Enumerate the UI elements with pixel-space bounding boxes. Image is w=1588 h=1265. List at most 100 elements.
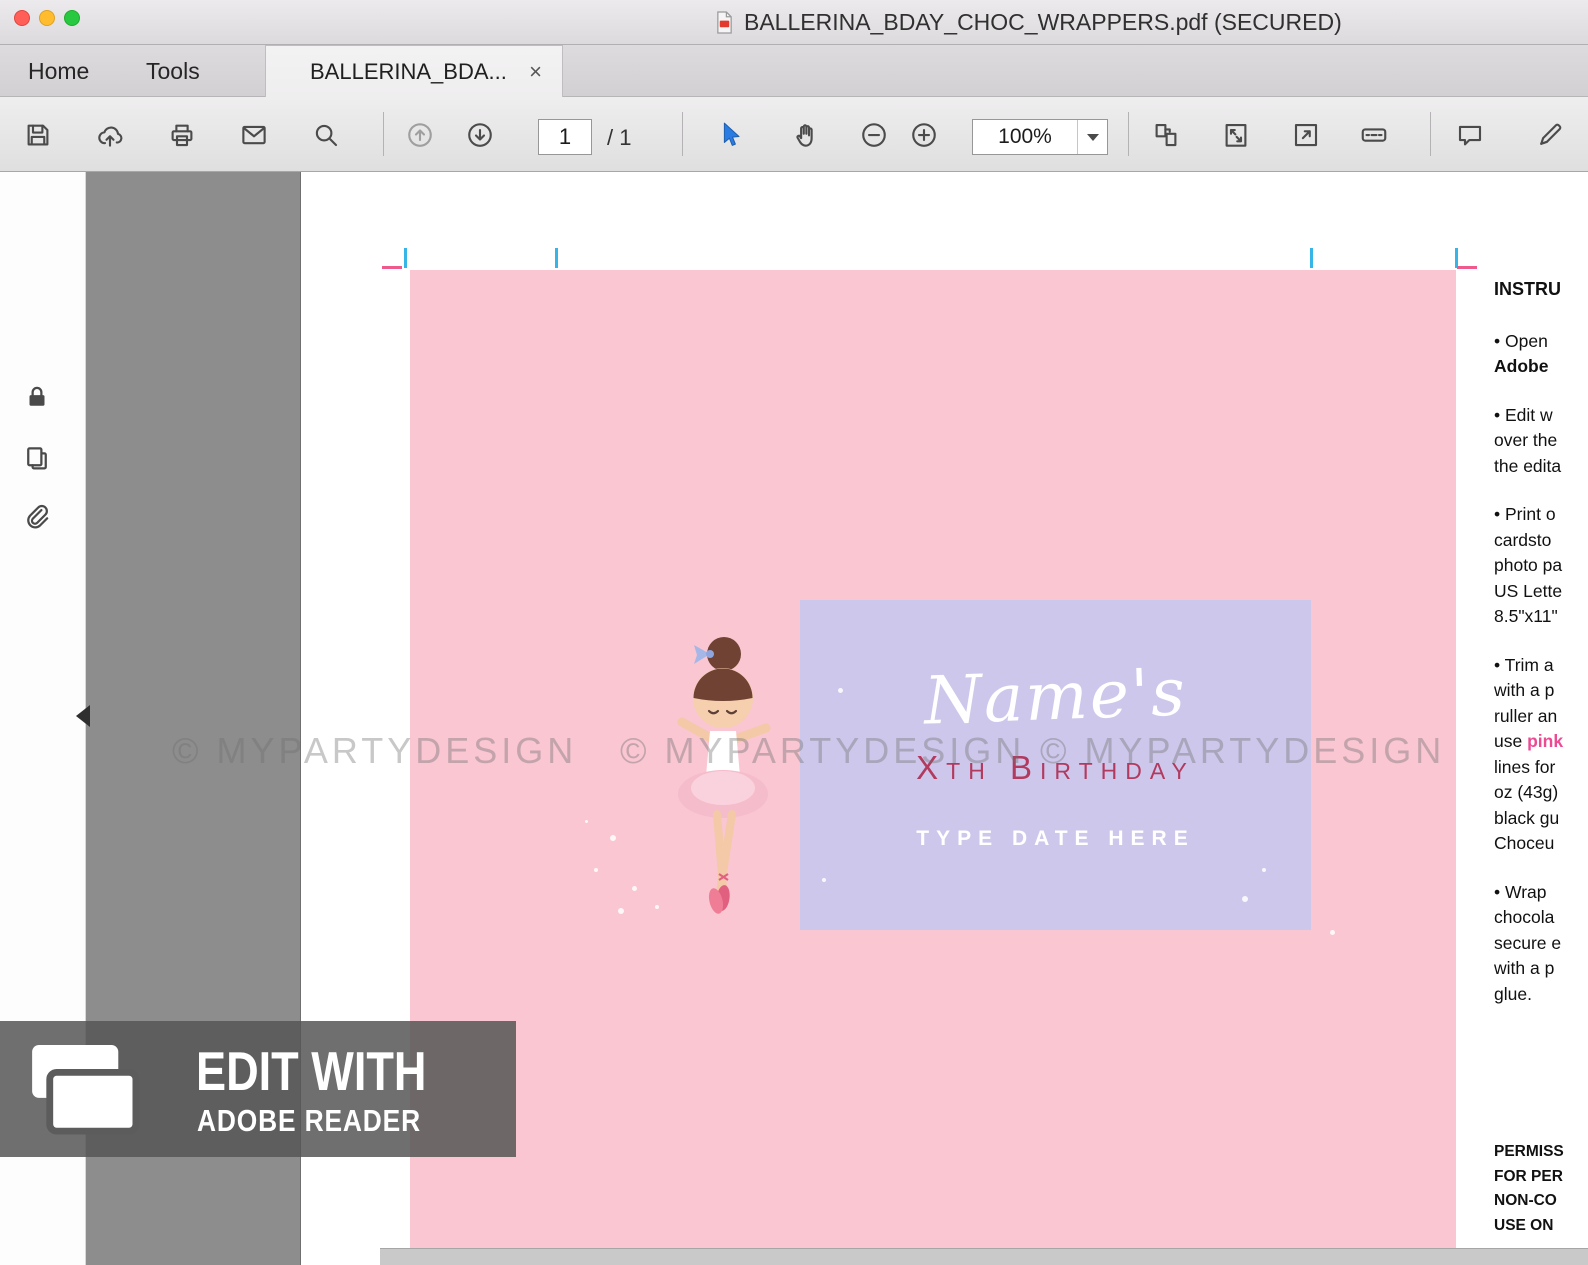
toolbar: / 1 100% (0, 97, 1588, 172)
titlebar: BALLERINA_BDAY_CHOC_WRAPPERS.pdf (SECURE… (0, 0, 1588, 45)
instruction-line: • Trim a (1494, 654, 1554, 675)
printer-icon (171, 124, 193, 147)
search-icon (315, 124, 338, 147)
acrobat-window: BALLERINA_BDAY_CHOC_WRAPPERS.pdf (SECURE… (0, 0, 1588, 1265)
page-number-input[interactable] (538, 119, 592, 155)
horizontal-scrollbar[interactable] (380, 1248, 1588, 1265)
sparkle-dot (1262, 868, 1266, 872)
save-icon (27, 124, 49, 146)
attachments-panel-button[interactable] (17, 497, 57, 537)
instruction-line: • Edit w (1494, 404, 1553, 425)
email-button[interactable] (234, 114, 274, 156)
instruction-line: with a p (1494, 680, 1555, 700)
crop-mark (1455, 248, 1458, 268)
read-mode-button[interactable] (1354, 114, 1394, 156)
permissions-line: FOR PER (1494, 1167, 1563, 1185)
permissions-line: PERMISS (1494, 1143, 1564, 1160)
toolbar-separator (1430, 112, 1431, 156)
zoom-in-button[interactable] (904, 114, 944, 156)
instruction-line: 8.5"x11" (1494, 606, 1558, 626)
crop-mark (1457, 266, 1477, 269)
instruction-line: • Wrap (1494, 881, 1547, 902)
permissions-note: PERMISS FOR PER NON-CO USE ON (1494, 1140, 1564, 1238)
window-title-area: BALLERINA_BDAY_CHOC_WRAPPERS.pdf (SECURE… (715, 9, 1342, 36)
comment-icon (1458, 125, 1482, 146)
collapse-panel-arrow[interactable] (76, 705, 90, 727)
tab-home[interactable]: Home (14, 45, 103, 97)
watermark: © MYPARTYDESIGN (620, 730, 1026, 771)
sparkle-dot (610, 835, 616, 841)
instruction-line: cardsto (1494, 529, 1552, 550)
tab-tools[interactable]: Tools (132, 45, 214, 97)
close-icon[interactable]: × (515, 59, 542, 85)
instruction-line: use pink (1494, 729, 1588, 755)
ballerina-illustration (677, 637, 771, 914)
instruction-line: secure e (1494, 932, 1562, 953)
sparkle-dot (1242, 896, 1248, 902)
instructions-title: INSTRU (1494, 279, 1561, 299)
fill-sign-button[interactable] (1530, 114, 1570, 156)
document-tab-label: BALLERINA_BDA... (310, 58, 507, 84)
sparkle-dot (655, 905, 659, 909)
previous-page-button[interactable] (400, 114, 440, 156)
next-page-button[interactable] (460, 114, 500, 156)
tabbar: Home Tools BALLERINA_BDA... × (0, 45, 1588, 97)
date-text: TYPE DATE HERE (916, 827, 1195, 850)
instruction-line: black gu (1494, 807, 1560, 828)
cursor-icon (723, 122, 740, 146)
select-tool-button[interactable] (710, 114, 750, 156)
sparkle-dot (594, 868, 598, 872)
fullscreen-button[interactable] (1286, 114, 1326, 156)
instruction-line: • Print o (1494, 504, 1556, 524)
search-button[interactable] (306, 114, 346, 156)
instruction-text: use (1494, 731, 1528, 751)
banner-subtitle: ADOBE READER (197, 1103, 421, 1138)
comment-button[interactable] (1450, 114, 1490, 156)
sparkle-dot (822, 878, 826, 882)
sign-pen-icon (1540, 123, 1562, 145)
security-panel-button[interactable] (17, 377, 57, 417)
minimize-window-button[interactable] (39, 10, 55, 26)
instruction-line: with a p (1494, 958, 1555, 978)
crop-mark (404, 248, 407, 268)
traffic-lights (14, 10, 80, 26)
toolbar-separator (1128, 112, 1129, 156)
instruction-line: Adobe (1494, 356, 1549, 376)
crop-mark (382, 266, 402, 269)
permissions-line: NON-CO (1494, 1192, 1557, 1209)
pink-highlight-word: pink (1527, 731, 1564, 751)
fit-page-icon (1225, 123, 1247, 147)
zoom-level-dropdown[interactable]: 100% (972, 119, 1108, 155)
zoom-window-button[interactable] (64, 10, 80, 26)
crop-mark (555, 248, 558, 268)
page-view-icon (1155, 123, 1177, 147)
page-down-icon (468, 123, 492, 147)
fullscreen-icon (1294, 123, 1318, 147)
hand-tool-button[interactable] (786, 114, 826, 156)
print-button[interactable] (162, 114, 202, 156)
instructions-panel: INSTRU • Open Adobe • Edit w over the th… (1494, 277, 1588, 1007)
instruction-line: Choceu (1494, 833, 1555, 853)
watermark: © MYPARTYDESIGN (1040, 730, 1446, 771)
edit-with-adobe-banner: EDIT WITH ADOBE READER (0, 1021, 516, 1157)
page-display-button[interactable] (1146, 114, 1186, 156)
document-tab[interactable]: BALLERINA_BDA... × (265, 45, 563, 97)
zoom-out-button[interactable] (854, 114, 894, 156)
pages-panel-button[interactable] (17, 439, 57, 479)
cloud-upload-icon (98, 126, 123, 147)
instruction-line: the edita (1494, 455, 1562, 476)
instruction-line: • Open (1494, 330, 1548, 351)
sparkle-dot (618, 908, 624, 914)
lock-icon (29, 386, 45, 406)
instruction-line: chocola (1494, 907, 1555, 927)
watermark: © MYPARTYDESIGN (172, 730, 578, 771)
page-count-label: / 1 (607, 125, 632, 150)
upload-button[interactable] (90, 114, 130, 156)
banner-title: EDIT WITH (196, 1040, 427, 1102)
fit-page-button[interactable] (1216, 114, 1256, 156)
sparkle-dot (585, 820, 588, 823)
chevron-down-icon (1086, 133, 1099, 141)
close-window-button[interactable] (14, 10, 30, 26)
instruction-line: photo pa (1494, 555, 1563, 575)
save-button[interactable] (18, 114, 58, 156)
